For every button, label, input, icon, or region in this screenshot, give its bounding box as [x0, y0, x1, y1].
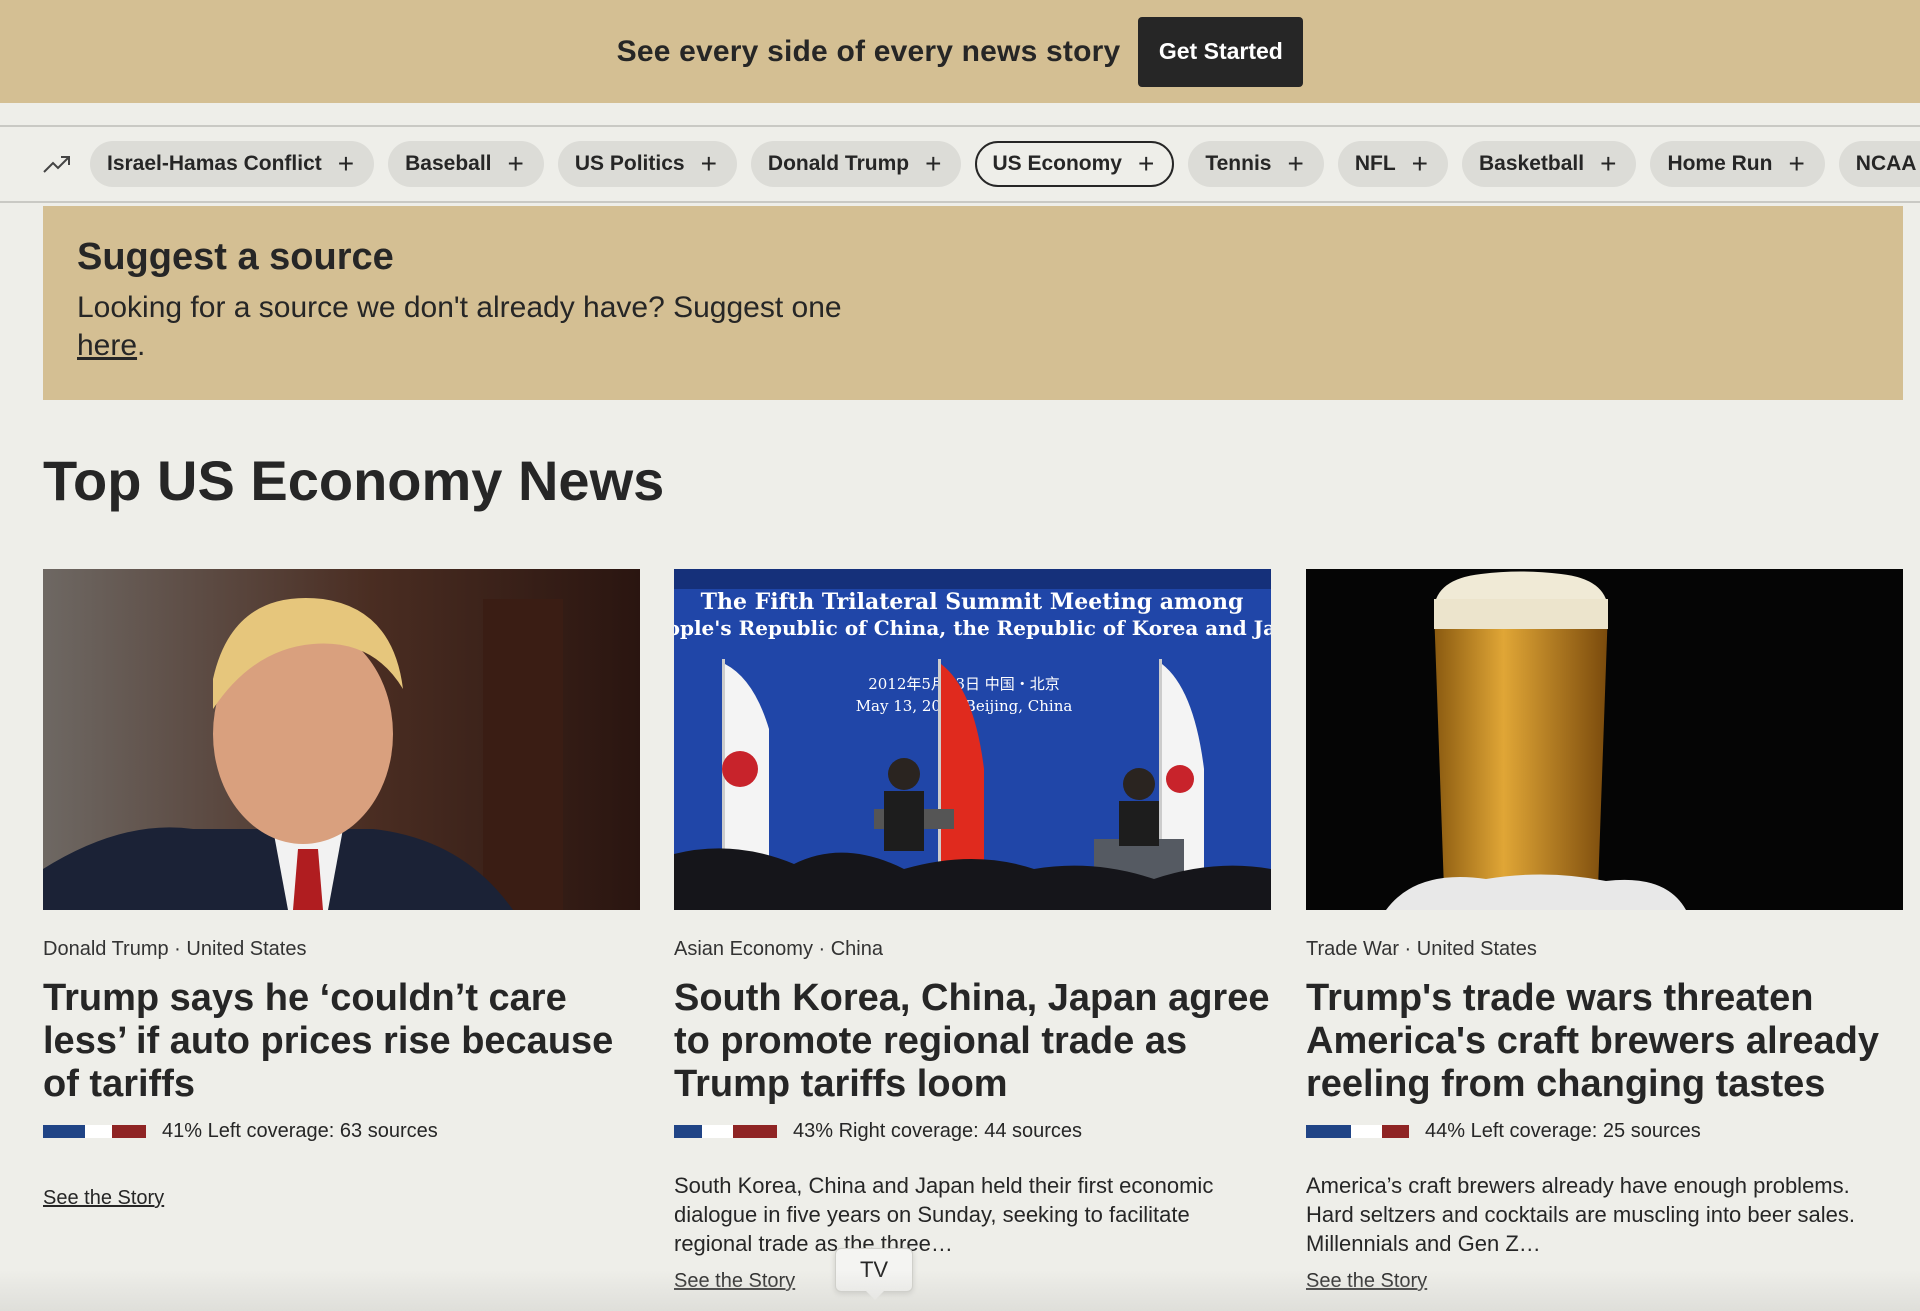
- bias-left-segment: [674, 1125, 702, 1138]
- suggest-here-link[interactable]: here: [77, 329, 137, 362]
- plus-icon[interactable]: +: [1600, 150, 1616, 178]
- topic-chip-tennis[interactable]: Tennis +: [1188, 141, 1324, 187]
- topic-chip-ncaa[interactable]: NCAA: [1838, 141, 1920, 187]
- plus-icon[interactable]: +: [1138, 150, 1154, 178]
- story-card[interactable]: The Fifth Trilateral Summit Meeting amon…: [674, 569, 1271, 1293]
- topic-chip-basketball[interactable]: Basketball +: [1462, 141, 1637, 187]
- plus-icon[interactable]: +: [925, 150, 941, 178]
- topic-label: US Politics: [574, 152, 685, 175]
- topic-bar: Israel-Hamas Conflict + Baseball + US Po…: [0, 125, 1920, 203]
- page-title: Top US Economy News: [43, 449, 665, 512]
- coverage-row: 43% Right coverage: 44 sources: [674, 1120, 1271, 1143]
- story-title[interactable]: South Korea, China, Japan agree to promo…: [674, 977, 1271, 1106]
- story-card[interactable]: Trade War · United States Trump's trade …: [1306, 569, 1903, 1293]
- plus-icon[interactable]: +: [1788, 150, 1804, 178]
- plus-icon[interactable]: +: [1412, 150, 1428, 178]
- bias-left-segment: [1306, 1125, 1351, 1138]
- topic-chip-donald-trump[interactable]: Donald Trump +: [750, 141, 962, 187]
- topic-label: Israel-Hamas Conflict: [107, 152, 322, 175]
- trending-icon[interactable]: [42, 148, 72, 180]
- bias-center-segment: [85, 1125, 112, 1138]
- story-image[interactable]: The Fifth Trilateral Summit Meeting amon…: [674, 569, 1271, 910]
- coverage-text: 41% Left coverage: 63 sources: [162, 1120, 438, 1142]
- topic-label: NFL: [1354, 152, 1396, 175]
- story-meta: Trade War · United States: [1306, 938, 1537, 960]
- see-story-link[interactable]: See the Story: [1306, 1270, 1427, 1293]
- bias-bar: [674, 1125, 777, 1138]
- story-title[interactable]: Trump's trade wars threaten America's cr…: [1306, 977, 1903, 1106]
- topic-chip-us-economy[interactable]: US Economy +: [975, 141, 1175, 187]
- bias-center-segment: [702, 1125, 733, 1138]
- bias-bar: [43, 1125, 146, 1138]
- bias-bar: [1306, 1125, 1409, 1138]
- story-title[interactable]: Trump says he ‘couldn’t care less’ if au…: [43, 977, 640, 1106]
- story-image[interactable]: [1306, 569, 1903, 910]
- topic-label: Basketball: [1479, 152, 1585, 175]
- bias-left-segment: [43, 1125, 85, 1138]
- topic-chip-home-run[interactable]: Home Run +: [1650, 141, 1825, 187]
- get-started-button[interactable]: Get Started: [1138, 16, 1304, 87]
- plus-icon[interactable]: +: [701, 150, 717, 178]
- suggest-body-suffix: .: [137, 329, 146, 362]
- story-image[interactable]: [43, 569, 640, 910]
- topic-chip-israel-hamas[interactable]: Israel-Hamas Conflict +: [90, 141, 375, 187]
- topic-chip-us-politics[interactable]: US Politics +: [557, 141, 737, 187]
- see-story-link[interactable]: See the Story: [674, 1270, 795, 1293]
- plus-icon[interactable]: +: [1287, 150, 1303, 178]
- topic-label: Tennis: [1205, 152, 1272, 175]
- tv-tooltip: TV: [835, 1248, 913, 1300]
- coverage-text: 43% Right coverage: 44 sources: [793, 1120, 1083, 1142]
- topic-label: US Economy: [992, 152, 1122, 175]
- bias-right-segment: [1382, 1125, 1409, 1138]
- story-description: America’s craft brewers already have eno…: [1306, 1173, 1856, 1256]
- story-meta: Asian Economy · China: [674, 938, 883, 960]
- plus-icon[interactable]: +: [508, 150, 524, 178]
- banner-text: See every side of every news story: [616, 34, 1121, 68]
- topic-chip-nfl[interactable]: NFL +: [1337, 141, 1449, 187]
- suggest-source-box: Suggest a source Looking for a source we…: [43, 206, 1903, 400]
- image-date-cn: 2012年5月13日 中国・北京: [868, 675, 1060, 693]
- story-meta: Donald Trump · United States: [43, 938, 307, 960]
- topic-chip-baseball[interactable]: Baseball +: [388, 141, 544, 187]
- top-banner: See every side of every news story Get S…: [0, 0, 1920, 103]
- image-banner-line2: eople's Republic of China, the Republic …: [674, 616, 1271, 640]
- suggest-title: Suggest a source: [77, 236, 394, 278]
- topic-label: Donald Trump: [767, 152, 910, 175]
- topic-label: NCAA: [1855, 152, 1917, 175]
- topic-label: Baseball: [405, 152, 492, 175]
- bias-right-segment: [733, 1125, 777, 1138]
- bias-right-segment: [112, 1125, 146, 1138]
- suggest-body: Looking for a source we don't already ha…: [77, 289, 877, 365]
- story-card[interactable]: Donald Trump · United States Trump says …: [43, 569, 640, 1210]
- image-banner-line1: The Fifth Trilateral Summit Meeting amon…: [701, 589, 1244, 615]
- topic-label: Home Run: [1667, 152, 1773, 175]
- coverage-row: 41% Left coverage: 63 sources: [43, 1120, 640, 1143]
- bias-center-segment: [1351, 1125, 1382, 1138]
- plus-icon[interactable]: +: [338, 150, 354, 178]
- see-story-link[interactable]: See the Story: [43, 1187, 164, 1210]
- coverage-text: 44% Left coverage: 25 sources: [1425, 1120, 1701, 1142]
- coverage-row: 44% Left coverage: 25 sources: [1306, 1120, 1903, 1143]
- suggest-body-text: Looking for a source we don't already ha…: [77, 291, 842, 324]
- story-description: South Korea, China and Japan held their …: [674, 1173, 1214, 1256]
